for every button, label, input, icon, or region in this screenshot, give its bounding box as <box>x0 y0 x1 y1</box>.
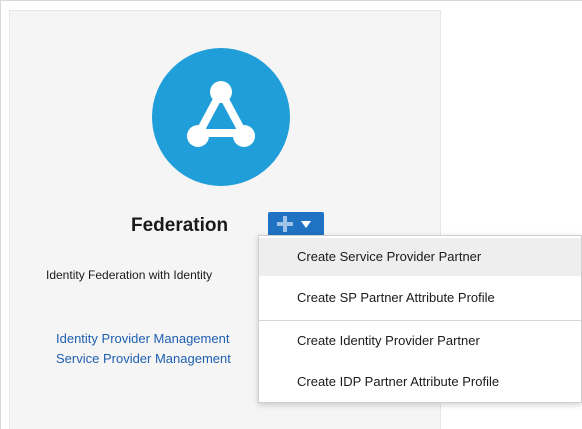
window-left-border <box>0 0 1 429</box>
identity-provider-management-link[interactable]: Identity Provider Management <box>56 329 231 349</box>
federation-logo <box>152 48 290 186</box>
card-title: Federation <box>131 215 229 236</box>
window-top-border <box>0 0 582 1</box>
menu-item-create-identity-provider-partner[interactable]: Create Identity Provider Partner <box>259 322 581 360</box>
add-menu-button[interactable] <box>268 212 324 236</box>
page: Federation Identity Federation with Iden… <box>0 0 582 429</box>
service-provider-management-link[interactable]: Service Provider Management <box>56 349 231 369</box>
plus-icon <box>277 216 293 232</box>
menu-divider <box>259 320 581 321</box>
create-partner-dropdown: Create Service Provider Partner Create S… <box>258 235 582 403</box>
menu-item-create-sp-partner-attribute-profile[interactable]: Create SP Partner Attribute Profile <box>259 279 581 317</box>
card-description: Identity Federation with Identity <box>46 268 213 282</box>
caret-down-icon <box>301 221 311 228</box>
menu-item-create-service-provider-partner[interactable]: Create Service Provider Partner <box>259 238 581 276</box>
federation-triangle-icon <box>187 81 255 147</box>
menu-item-create-idp-partner-attribute-profile[interactable]: Create IDP Partner Attribute Profile <box>259 363 581 401</box>
card-links: Identity Provider Management Service Pro… <box>56 329 231 369</box>
